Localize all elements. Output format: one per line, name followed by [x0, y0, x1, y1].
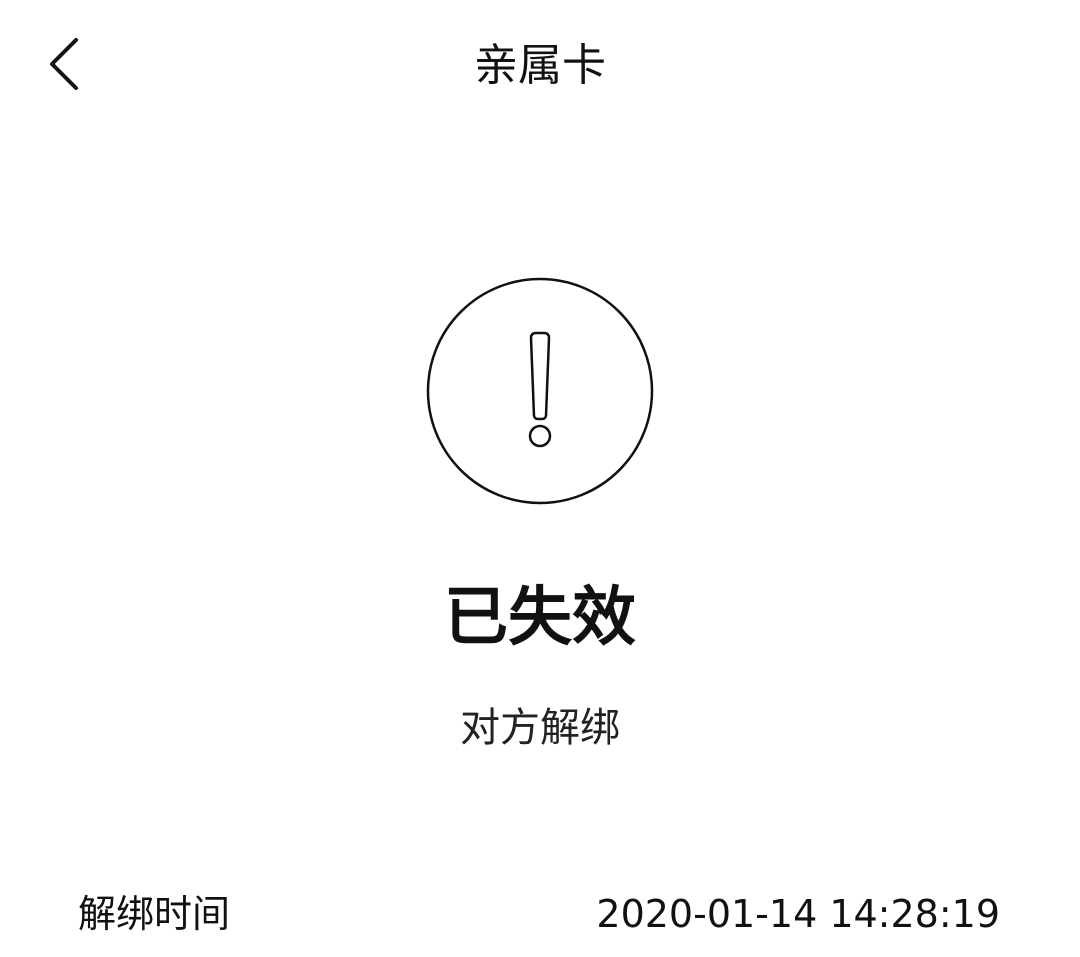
unbind-time-label: 解绑时间 [78, 892, 231, 936]
page-title: 亲属卡 [474, 40, 606, 91]
exclamation-circle-icon [426, 277, 654, 505]
status-title: 已失效 [444, 581, 636, 655]
unbind-time-value: 2020-01-14 14:28:19 [596, 892, 1000, 936]
nav-bar: 亲属卡 [0, 0, 1080, 130]
back-button[interactable] [30, 28, 100, 98]
unbind-time-row: 解绑时间 2020-01-14 14:28:19 [0, 880, 1080, 950]
chevron-left-icon [50, 38, 78, 90]
status-subtitle: 对方解绑 [460, 705, 620, 751]
